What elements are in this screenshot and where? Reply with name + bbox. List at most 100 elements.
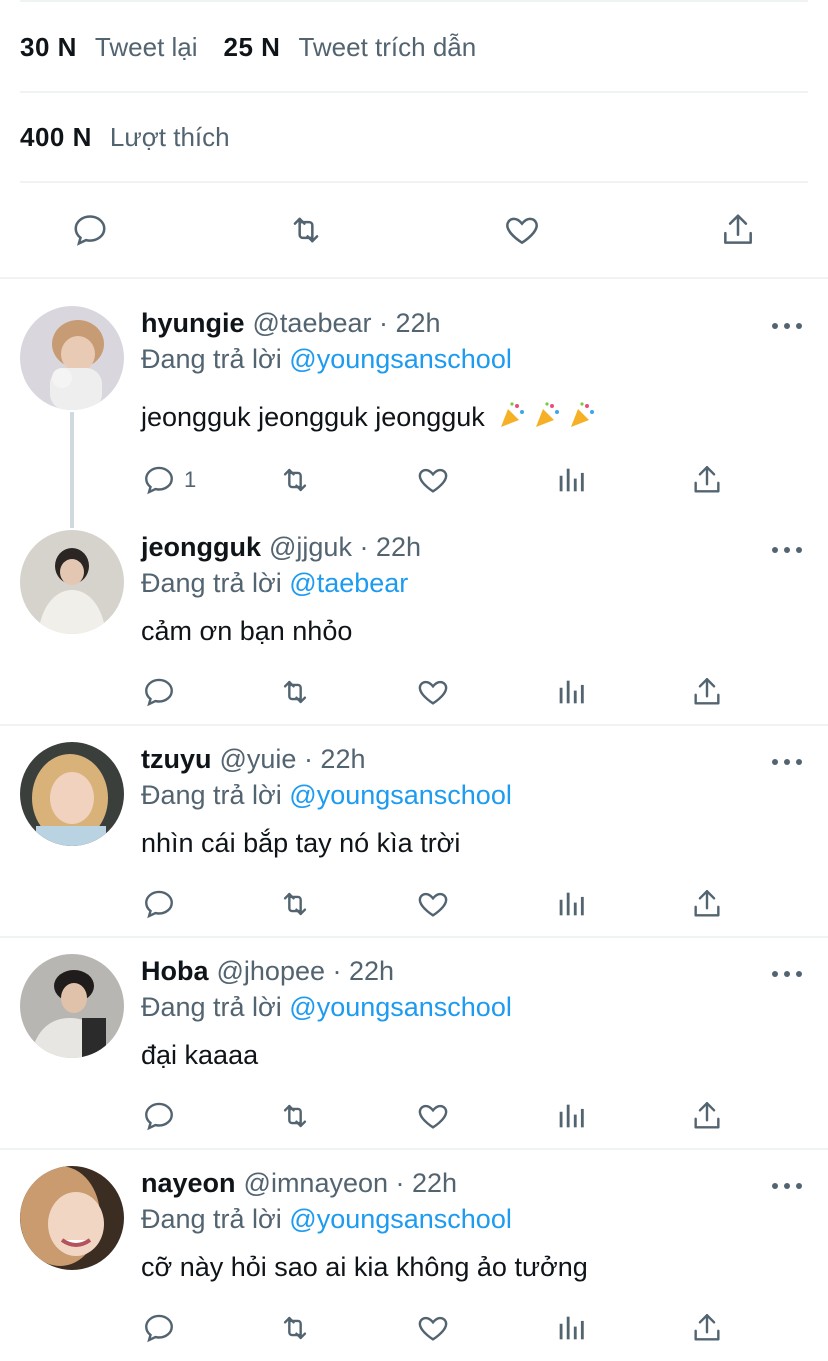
retweet-button[interactable] [276, 1098, 314, 1134]
quotes-label[interactable]: Tweet trích dẫn [298, 32, 476, 63]
retweet-button[interactable] [276, 1310, 314, 1346]
replying-to: Đang trả lời @youngsanschool [141, 992, 512, 1023]
reply-tweet-1[interactable]: hyungie @taebear · 22h Đang trả lời @youn… [0, 306, 828, 506]
like-icon [418, 1316, 448, 1341]
like-button[interactable] [416, 886, 450, 922]
share-button[interactable] [690, 1098, 724, 1134]
tweet-actions: 1 [0, 462, 828, 502]
like-icon[interactable] [502, 210, 542, 250]
like-button[interactable] [416, 1310, 450, 1346]
tweet-actions [0, 886, 828, 926]
reply-icon [145, 1314, 173, 1343]
like-button[interactable] [416, 462, 450, 498]
like-icon [418, 1104, 448, 1129]
more-options-icon[interactable] [772, 969, 802, 979]
like-icon [418, 680, 448, 705]
share-button[interactable] [690, 462, 724, 498]
analytics-button[interactable] [554, 1098, 588, 1134]
party-popper-emoji [492, 402, 597, 432]
retweets-count[interactable]: 30 N [20, 32, 77, 63]
retweet-icon [283, 1316, 307, 1340]
reply-icon [145, 678, 173, 707]
display-name[interactable]: nayeon [141, 1168, 236, 1198]
reply-tweet-2[interactable]: jeongguk @jjguk · 22h Đang trả lời @taebe… [0, 530, 828, 720]
reply-tweet-5[interactable]: nayeon @imnayeon · 22h Đang trả lời @youn… [0, 1166, 828, 1361]
share-button[interactable] [690, 674, 724, 710]
likes-label[interactable]: Lượt thích [110, 122, 230, 153]
replying-to-handle[interactable]: @youngsanschool [289, 992, 512, 1022]
retweets-label[interactable]: Tweet lại [95, 32, 198, 63]
analytics-button[interactable] [554, 886, 588, 922]
tweet-actions [0, 1098, 828, 1138]
analytics-button[interactable] [554, 674, 588, 710]
handle-time: @jjguk · 22h [269, 532, 421, 562]
handle-time: @yuie · 22h [219, 744, 366, 774]
replying-to: Đang trả lời @youngsanschool [141, 780, 512, 811]
avatar[interactable] [20, 1166, 124, 1270]
reply-icon [145, 890, 173, 919]
reply-button[interactable]: 1 [142, 462, 196, 498]
analytics-button[interactable] [554, 1310, 588, 1346]
retweet-icon[interactable] [286, 210, 326, 250]
replying-prefix: Đang trả lời [141, 568, 282, 598]
reply-tweet-3[interactable]: tzuyu @yuie · 22h Đang trả lời @youngsans… [0, 742, 828, 932]
more-options-icon[interactable] [772, 757, 802, 767]
share-button[interactable] [690, 1310, 724, 1346]
retweet-button[interactable] [276, 886, 314, 922]
share-button[interactable] [690, 886, 724, 922]
replying-to-handle[interactable]: @taebear [289, 568, 408, 598]
retweet-button[interactable] [276, 462, 314, 498]
avatar[interactable] [20, 306, 124, 410]
share-icon [694, 466, 720, 493]
like-icon [418, 468, 448, 493]
replying-to-handle[interactable]: @youngsanschool [289, 780, 512, 810]
retweet-icon [283, 680, 307, 704]
more-options-icon[interactable] [772, 1181, 802, 1191]
handle-time: @taebear · 22h [252, 308, 441, 338]
reply-count: 1 [184, 467, 197, 492]
tweet-actions [0, 674, 828, 714]
likes-count[interactable]: 400 N [20, 122, 92, 153]
reply-tweet-4[interactable]: Hoba @jhopee · 22h Đang trả lời @youngsan… [0, 954, 828, 1144]
reply-button[interactable] [142, 1098, 176, 1134]
display-name[interactable]: tzuyu [141, 744, 212, 774]
divider [0, 936, 828, 938]
replying-to-handle[interactable]: @youngsanschool [289, 1204, 512, 1234]
share-icon[interactable] [718, 210, 758, 250]
like-button[interactable] [416, 1098, 450, 1134]
replying-to: Đang trả lời @youngsanschool [141, 1204, 512, 1235]
replying-to-handle[interactable]: @youngsanschool [289, 344, 512, 374]
analytics-button[interactable] [554, 462, 588, 498]
display-name[interactable]: jeongguk [141, 532, 261, 562]
avatar[interactable] [20, 742, 124, 846]
avatar[interactable] [20, 530, 124, 634]
avatar[interactable] [20, 954, 124, 1058]
analytics-icon [559, 892, 584, 916]
quotes-count[interactable]: 25 N [224, 32, 281, 63]
replying-prefix: Đang trả lời [141, 1204, 282, 1234]
like-button[interactable] [416, 674, 450, 710]
thread-connector [70, 412, 74, 528]
reply-icon[interactable] [70, 210, 110, 250]
reply-icon [145, 466, 173, 495]
reply-button[interactable] [142, 1310, 176, 1346]
tweet-actions [0, 1310, 828, 1350]
share-icon [694, 678, 720, 705]
reply-button[interactable] [142, 886, 176, 922]
display-name[interactable]: hyungie [141, 308, 245, 338]
more-options-icon[interactable] [772, 321, 802, 331]
like-icon [418, 892, 448, 917]
replying-prefix: Đang trả lời [141, 780, 282, 810]
reply-button[interactable] [142, 674, 176, 710]
display-name[interactable]: Hoba [141, 956, 209, 986]
retweet-button[interactable] [276, 674, 314, 710]
retweet-icon [283, 892, 307, 916]
analytics-icon [559, 1104, 584, 1128]
reply-icon [145, 1102, 173, 1131]
more-options-icon[interactable] [772, 545, 802, 555]
tweet-text: nhìn cái bắp tay nó kìa trời [141, 828, 461, 858]
handle-time: @jhopee · 22h [216, 956, 395, 986]
main-tweet-action-bar [0, 184, 828, 279]
divider [0, 724, 828, 726]
replying-to: Đang trả lời @youngsanschool [141, 344, 512, 375]
